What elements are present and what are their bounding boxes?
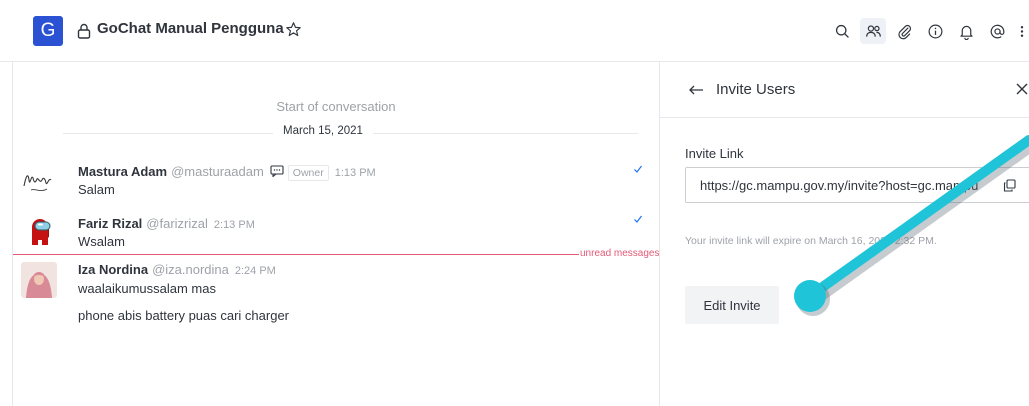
info-icon[interactable] — [922, 18, 948, 44]
message-header: Iza Nordina @iza.nordina 2:24 PM — [78, 262, 276, 277]
star-icon[interactable] — [285, 21, 302, 38]
room-avatar[interactable]: G — [33, 16, 63, 46]
date-divider-label: March 15, 2021 — [273, 125, 373, 137]
attachment-icon[interactable] — [891, 18, 917, 44]
search-icon[interactable] — [829, 18, 855, 44]
message-time: 2:13 PM — [213, 219, 255, 231]
members-icon[interactable] — [860, 18, 886, 44]
chat-bubble-icon — [270, 165, 284, 177]
message-username[interactable]: @masturaadam — [171, 164, 264, 179]
message-body: waalaikumussalam mas — [78, 281, 216, 296]
invite-link-label: Invite Link — [685, 146, 744, 161]
message-author[interactable]: Iza Nordina — [78, 262, 148, 277]
message-item[interactable]: Mastura Adam @masturaadam Owner 1:13 PM Sal… — [13, 160, 659, 202]
close-icon[interactable] — [1015, 82, 1029, 96]
edit-invite-button[interactable]: Edit Invite — [685, 286, 779, 324]
message-author[interactable]: Mastura Adam — [78, 164, 167, 179]
message-body-followup: phone abis battery puas cari charger — [78, 308, 290, 323]
unread-divider — [13, 254, 579, 255]
check-icon — [634, 215, 642, 223]
invite-users-panel: Invite Users Invite Link Your invite lin… — [659, 62, 1029, 406]
role-badge: Owner — [287, 165, 329, 181]
message-header: Fariz Rizal @farizrizal 2:13 PM — [78, 216, 255, 231]
message-item[interactable]: Fariz Rizal @farizrizal 2:13 PM Wsalam — [13, 212, 659, 252]
invite-link-field[interactable] — [685, 167, 1029, 203]
message-header: Mastura Adam @masturaadam Owner 1:13 PM — [78, 164, 376, 181]
lock-icon — [77, 23, 91, 39]
room-title[interactable]: GoChat Manual Pengguna — [97, 20, 284, 37]
copy-icon[interactable] — [1003, 179, 1016, 192]
header-toolbar — [824, 18, 1029, 44]
check-icon — [634, 165, 642, 173]
message-username[interactable]: @iza.nordina — [152, 262, 229, 277]
panel-header: Invite Users — [660, 62, 1029, 118]
message-time: 2:24 PM — [234, 265, 276, 277]
message-username[interactable]: @farizrizal — [146, 216, 208, 231]
message-author[interactable]: Fariz Rizal — [78, 216, 142, 231]
kebab-menu-icon[interactable] — [1015, 18, 1029, 44]
message-body: Wsalam — [78, 234, 125, 249]
avatar[interactable] — [21, 212, 57, 248]
room-header: G GoChat Manual Pengguna — [0, 0, 1029, 62]
panel-title: Invite Users — [716, 81, 796, 98]
unread-label: unread messages — [580, 248, 660, 259]
avatar[interactable] — [21, 162, 57, 198]
back-arrow-icon[interactable] — [688, 82, 704, 98]
bell-icon[interactable] — [953, 18, 979, 44]
start-of-conversation: Start of conversation — [276, 99, 396, 114]
message-time: 1:13 PM — [334, 167, 376, 179]
message-item[interactable]: Iza Nordina @iza.nordina 2:24 PM waalaikum… — [13, 260, 659, 330]
invite-expiry-note: Your invite link will expire on March 16… — [685, 235, 937, 247]
mention-icon[interactable] — [984, 18, 1010, 44]
message-list[interactable]: Start of conversation March 15, 2021 Mas… — [12, 62, 660, 406]
avatar[interactable] — [21, 262, 57, 298]
message-body: Salam — [78, 182, 115, 197]
